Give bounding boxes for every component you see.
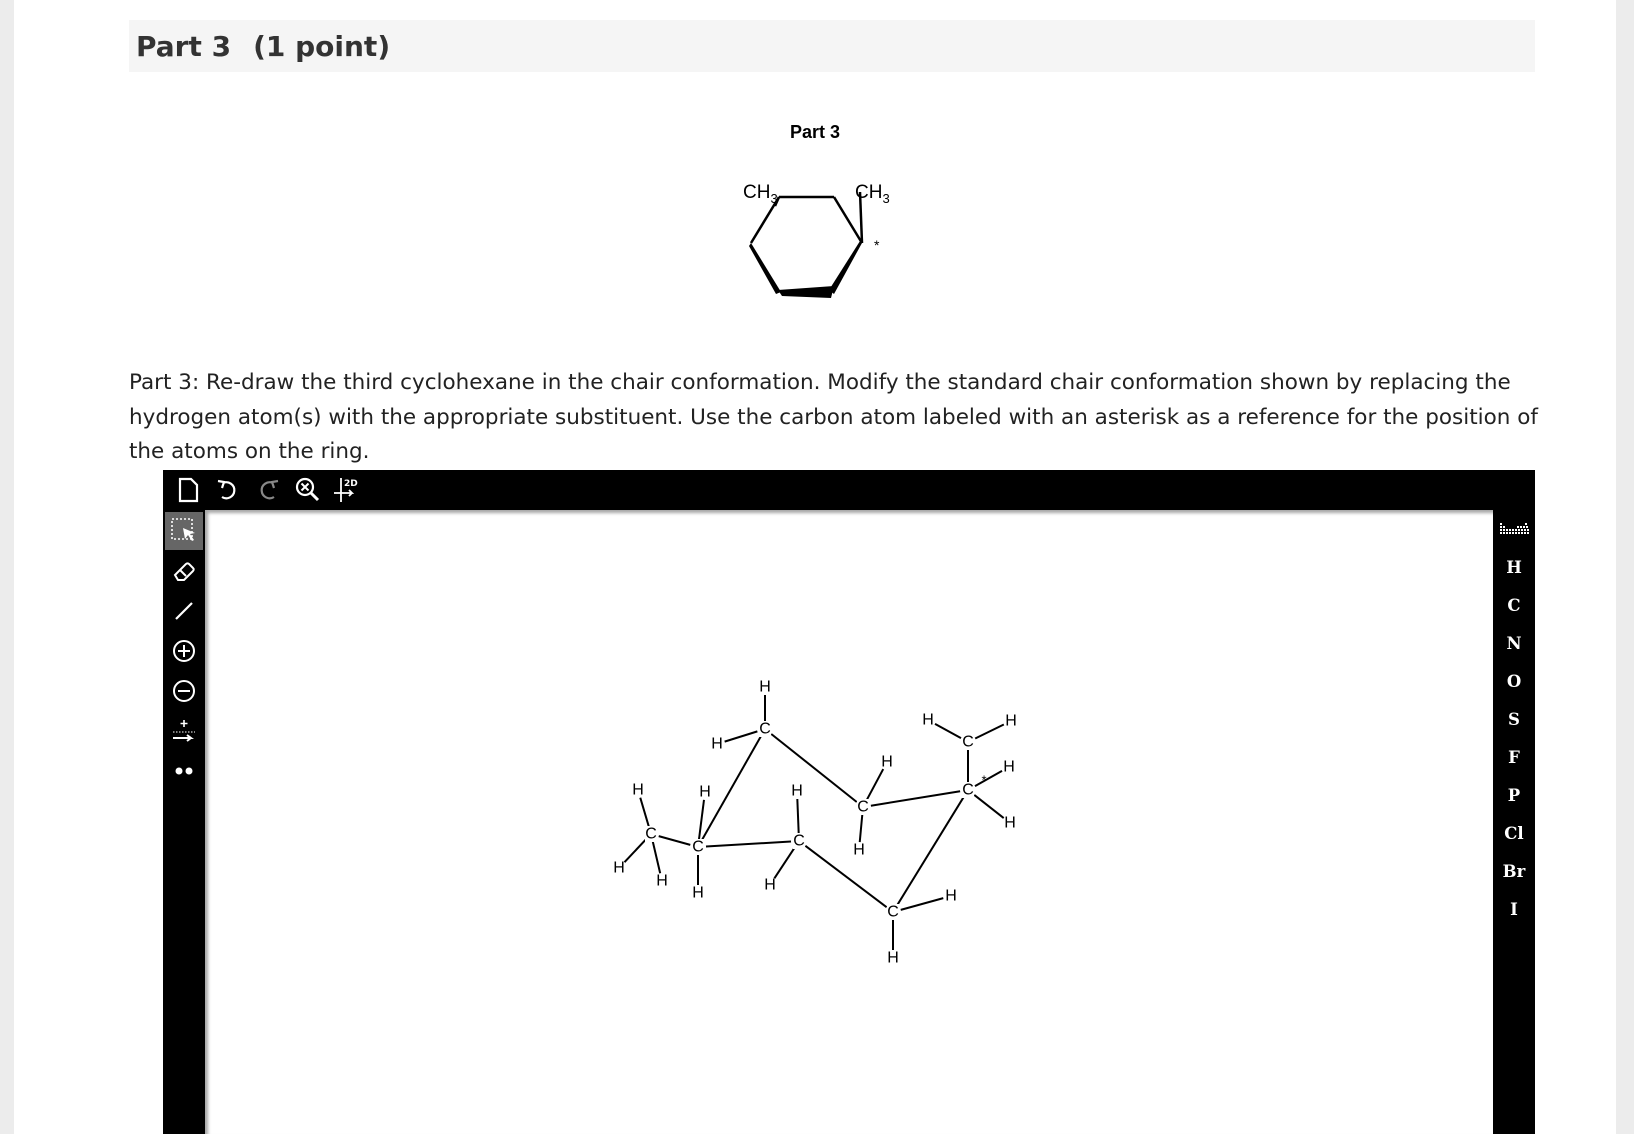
reference-asterisk-mark: * <box>981 773 986 788</box>
c-h-bond <box>796 798 800 834</box>
c-c-bond <box>804 845 888 908</box>
clean-2d-icon[interactable]: 2D <box>331 473 365 507</box>
reference-asterisk: * <box>874 237 880 253</box>
c-h-bond <box>773 847 796 879</box>
new-document-icon[interactable] <box>171 473 205 507</box>
editor-top-toolbar: 2D <box>163 470 383 510</box>
part-title: Part 3 <box>136 29 232 63</box>
c-h-bond <box>973 794 1005 819</box>
part-header: Part 3 (1 point) <box>129 20 1535 72</box>
carbon-atom-label: C <box>645 826 657 843</box>
instructions-text: Part 3: Re-draw the third cyclohexane in… <box>129 370 1538 464</box>
element-panel: H C N O S F P Cl Br I <box>1493 510 1535 1134</box>
c-h-bond <box>724 730 758 743</box>
hydrogen-atom-label: H <box>1004 815 1016 832</box>
carbon-atom-label: C <box>692 839 704 856</box>
element-n-button[interactable]: N <box>1494 624 1534 662</box>
redo-icon[interactable] <box>251 473 285 507</box>
hydrogen-atom-label: H <box>759 679 771 696</box>
periodic-table-icon[interactable] <box>1494 512 1534 548</box>
hydrogen-atom-label: H <box>711 736 723 753</box>
c-c-bond <box>770 733 858 803</box>
carbon-atom-label: C <box>793 833 805 850</box>
structure-editor: 2D C C C C C C C C H H H H H H H H H H H… <box>163 470 1535 1134</box>
element-i-button[interactable]: I <box>1494 890 1534 928</box>
hydrogen-atom-label: H <box>632 782 644 799</box>
c-h-bond <box>858 814 864 843</box>
c-h-bond <box>698 799 705 840</box>
hydrogen-atom-label: H <box>945 888 957 905</box>
undo-icon[interactable] <box>211 473 245 507</box>
positive-charge-icon[interactable] <box>165 632 203 670</box>
hydrogen-atom-label: H <box>853 842 865 859</box>
carbon-atom-label: C <box>759 721 771 738</box>
element-cl-button[interactable]: Cl <box>1494 814 1534 852</box>
element-o-button[interactable]: O <box>1494 662 1534 700</box>
element-h-button[interactable]: H <box>1494 548 1534 586</box>
element-br-button[interactable]: Br <box>1494 852 1534 890</box>
zoom-clear-icon[interactable] <box>291 473 325 507</box>
drawing-canvas[interactable]: C C C C C C C C H H H H H H H H H H H H H H H H H * <box>205 510 1493 1134</box>
select-icon[interactable] <box>165 512 203 550</box>
hydrogen-atom-label: H <box>764 877 776 894</box>
chair-conformation: C C C C C C C C H H H H H H H H H H H H H H H H H * <box>613 679 1017 967</box>
hydrogen-atom-label: H <box>692 885 704 902</box>
hydrogen-atom-label: H <box>613 860 625 877</box>
c-h-bond <box>651 841 662 874</box>
wedge-bond-left <box>749 243 781 294</box>
negative-charge-icon[interactable] <box>165 672 203 710</box>
hydrogen-atom-label: H <box>791 783 803 800</box>
editor-left-toolbar <box>163 510 205 1134</box>
c-c-bond <box>658 835 691 846</box>
carbon-atom-label: C <box>857 799 869 816</box>
wedge-bond-bottom <box>778 286 834 298</box>
carbon-atom-label: C <box>887 904 899 921</box>
hydrogen-atom-label: H <box>881 754 893 771</box>
question-page: Part 3 (1 point) Part 3 CH3 CH3 * Part 3… <box>14 0 1616 1134</box>
hydrogen-atom-label: H <box>656 873 668 890</box>
structure-title: Part 3 <box>790 122 840 142</box>
reference-structure: Part 3 CH3 CH3 * <box>743 122 890 298</box>
hydrogen-atom-label: H <box>887 950 899 967</box>
left-substituent-label: CH3 <box>743 182 778 206</box>
element-p-button[interactable]: P <box>1494 776 1534 814</box>
hydrogen-atom-label: H <box>1005 713 1017 730</box>
c-c-bond <box>870 790 961 807</box>
c-h-bond <box>623 839 647 863</box>
bond-icon[interactable] <box>165 592 203 630</box>
c-h-bond <box>934 722 962 740</box>
c-c-bond <box>705 840 792 848</box>
hydrogen-atom-label: H <box>699 784 711 801</box>
c-h-bond <box>639 797 650 827</box>
element-s-button[interactable]: S <box>1494 700 1534 738</box>
c-h-bond <box>974 770 1003 787</box>
arrow-icon[interactable] <box>165 712 203 750</box>
c-h-bond <box>865 768 885 801</box>
hydrogen-atom-label: H <box>1003 759 1015 776</box>
element-c-button[interactable]: C <box>1494 586 1534 624</box>
carbon-atom-label: C <box>962 782 974 799</box>
eraser-icon[interactable] <box>165 552 203 590</box>
clean-2d-label: 2D <box>344 479 358 489</box>
hydrogen-atom-label: H <box>922 712 934 729</box>
c-h-bond <box>900 897 944 911</box>
element-f-button[interactable]: F <box>1494 738 1534 776</box>
c-h-bond <box>974 723 1005 740</box>
part-points: (1 point) <box>253 29 391 63</box>
carbon-atom-label: C <box>962 734 974 751</box>
lone-pair-icon[interactable] <box>165 752 203 790</box>
